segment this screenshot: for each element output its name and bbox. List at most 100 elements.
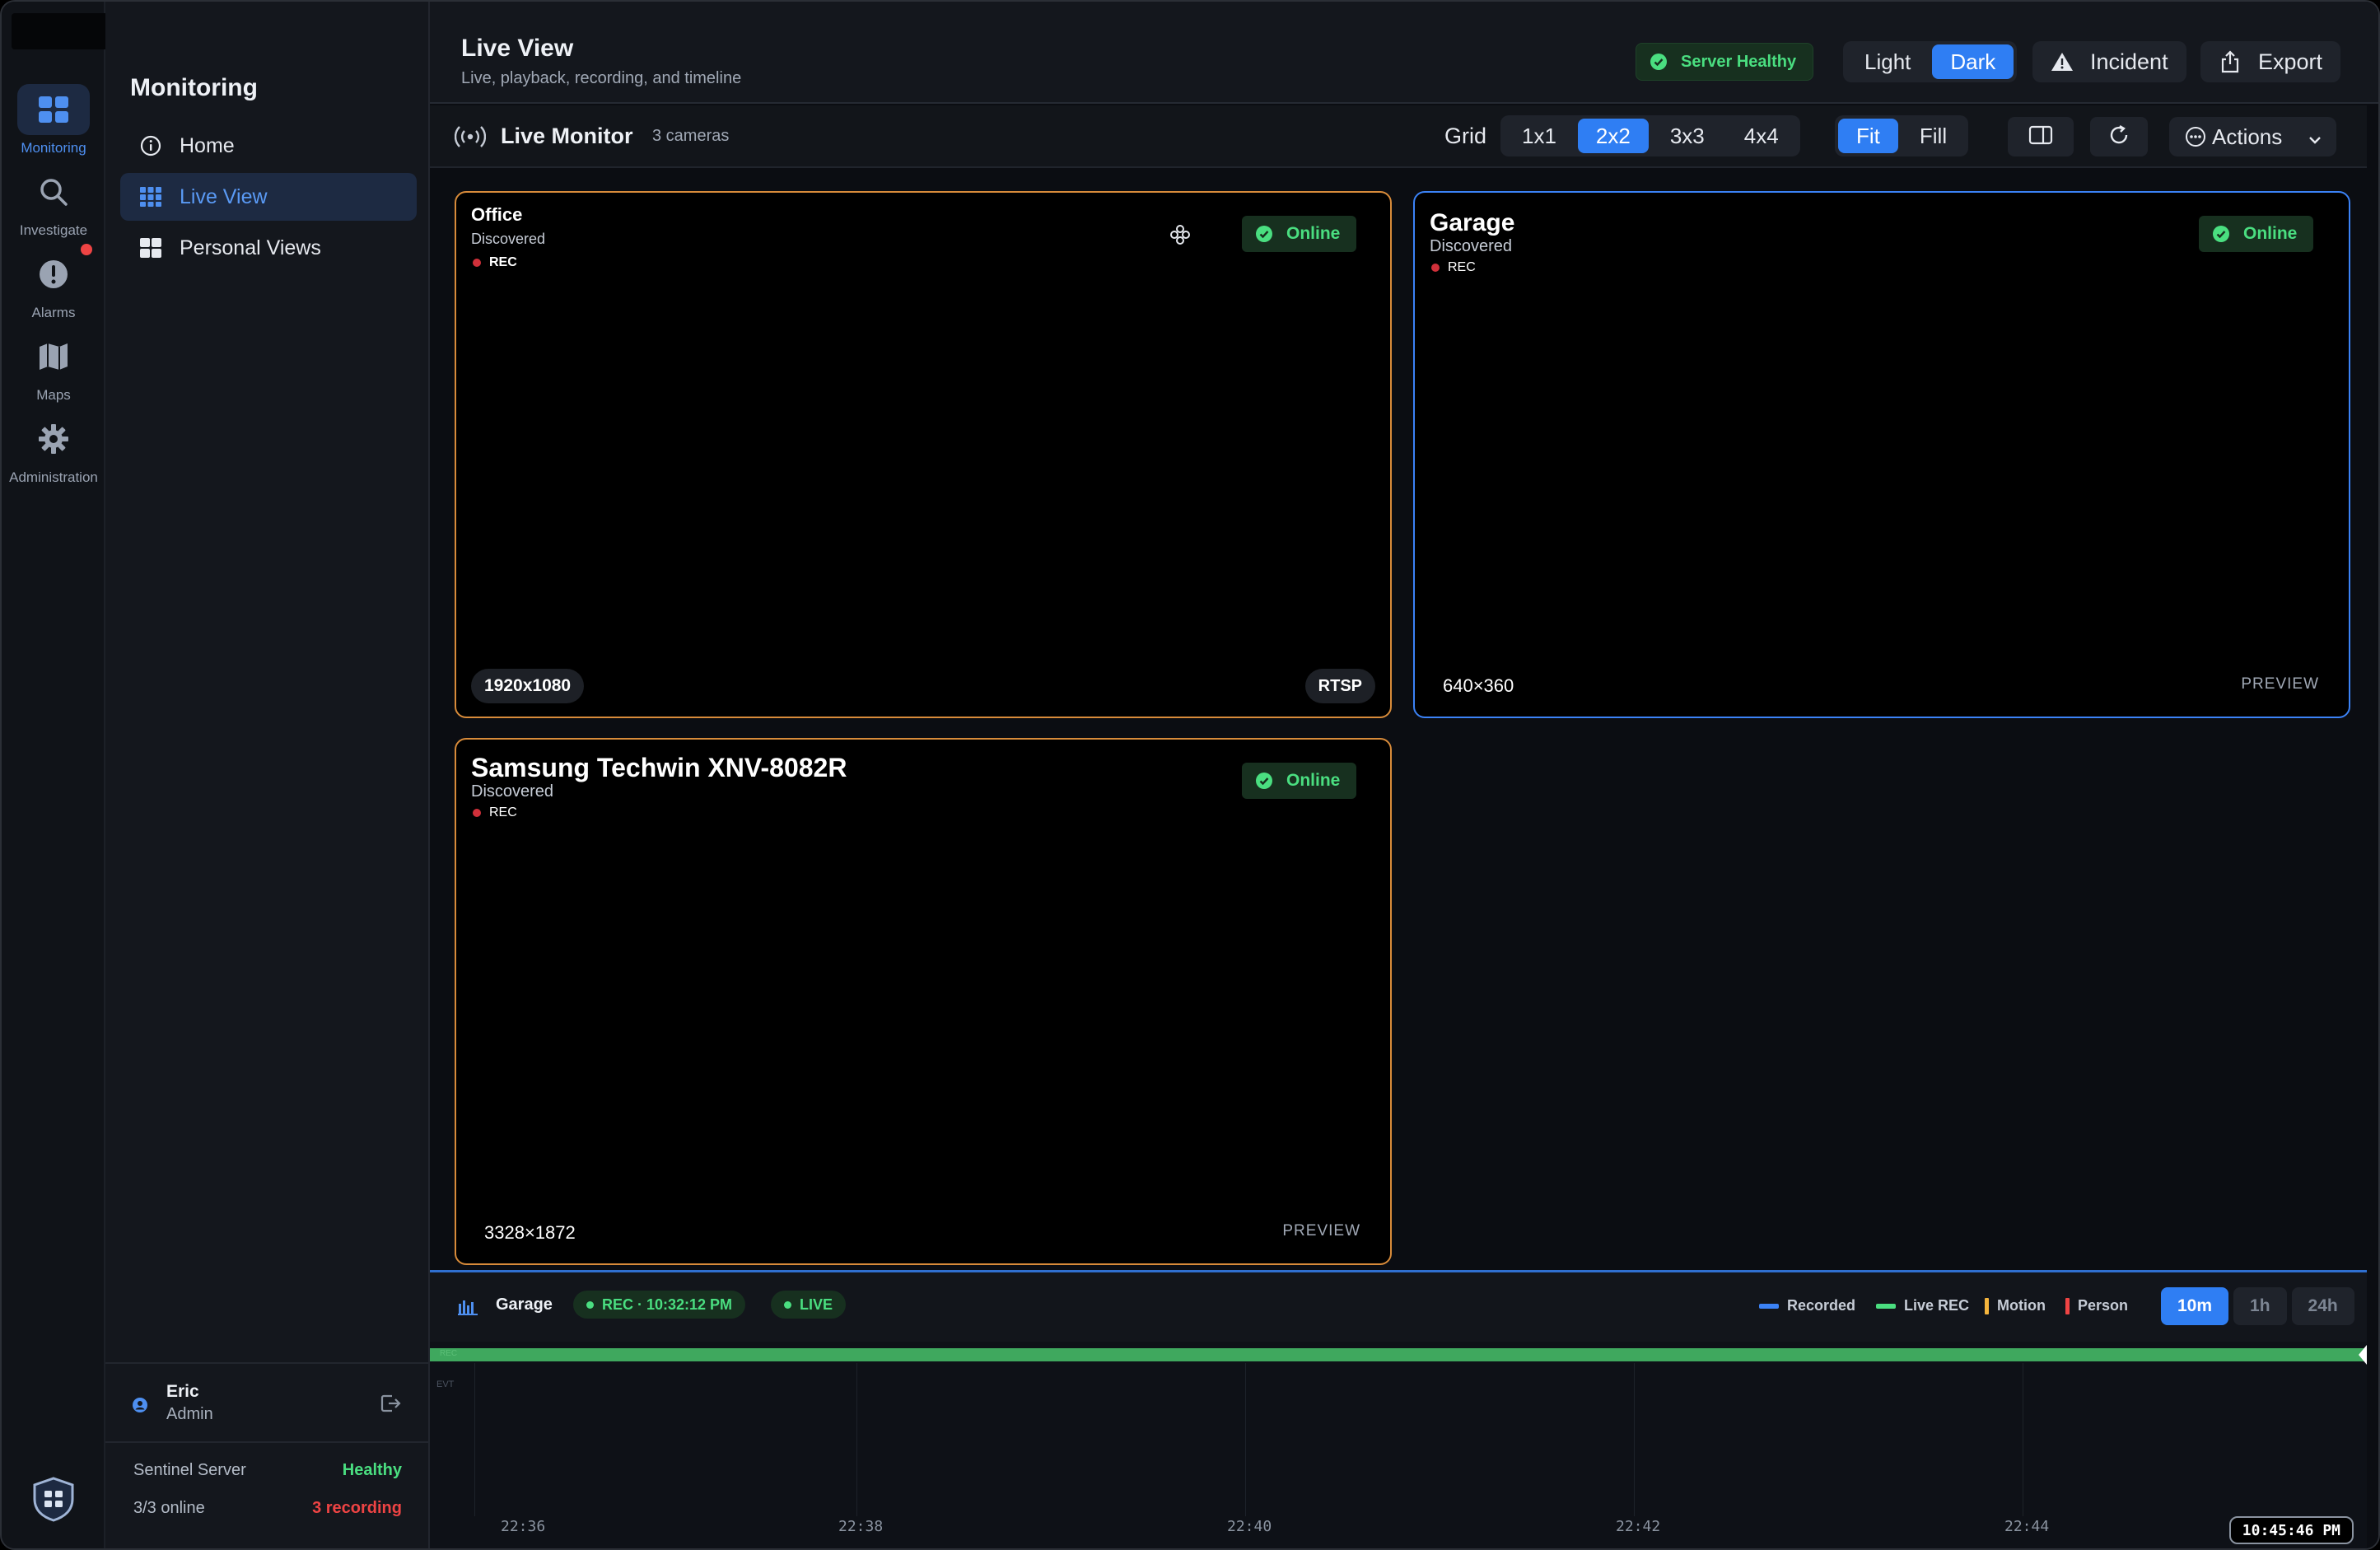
rail-item-investigate[interactable]: Investigate	[2, 166, 105, 239]
grid-option-4x4[interactable]: 4x4	[1726, 119, 1797, 153]
cameras-recording: 3 recording	[312, 1499, 402, 1517]
sidebar-item-live-view[interactable]: Live View	[120, 173, 417, 221]
rec-label: REC	[489, 255, 517, 269]
rec-label: REC	[489, 805, 517, 819]
range-1h[interactable]: 1h	[2233, 1287, 2287, 1325]
check-circle-icon	[1650, 53, 1668, 71]
user-name: Eric	[166, 1382, 199, 1401]
sidebar-item-label: Home	[180, 133, 235, 157]
rail-item-monitoring[interactable]: Monitoring	[2, 84, 105, 156]
sidebar-item-label: Live View	[180, 184, 268, 208]
camera-count: 3 cameras	[652, 127, 730, 145]
grid-label: Grid	[1444, 124, 1487, 148]
app-window: Monitoring Investigate Alarms Maps Admin…	[0, 0, 2380, 1550]
resolution-label: 640×360	[1443, 675, 1514, 696]
rec-dot	[1431, 264, 1440, 272]
actions-dropdown[interactable]: Actions	[2169, 117, 2337, 156]
bar-chart-icon	[458, 1297, 478, 1315]
gear-icon	[17, 413, 90, 465]
logout-icon[interactable]	[379, 1392, 402, 1415]
camera-source: Discovered	[1430, 237, 1513, 255]
page-title: Live View	[461, 35, 574, 62]
export-label: Export	[2258, 49, 2323, 74]
move-icon[interactable]	[1168, 222, 1192, 247]
check-circle-icon	[2212, 225, 2230, 243]
chevron-down-icon	[2308, 124, 2322, 150]
search-icon	[17, 166, 90, 217]
refresh-icon	[2108, 124, 2130, 150]
live-label: LIVE	[800, 1296, 833, 1313]
rail-label: Monitoring	[21, 140, 86, 156]
theme-dark-option[interactable]: Dark	[1932, 44, 2014, 79]
range-10m[interactable]: 10m	[2161, 1287, 2229, 1325]
rec-time-badge: REC · 10:32:12 PM	[573, 1291, 746, 1319]
status-badge: Online	[1242, 763, 1357, 799]
rail-label: Administration	[9, 469, 98, 485]
recording-track[interactable]	[430, 1348, 2367, 1361]
theme-toggle: Light Dark	[1843, 41, 2018, 82]
incident-label: Incident	[2090, 49, 2168, 74]
status-label: Online	[2243, 224, 2298, 243]
fill-option[interactable]: Fill	[1902, 119, 1965, 153]
rec-label: REC	[1448, 260, 1476, 274]
legend-person: Person	[2065, 1297, 2128, 1314]
timeline-gridline	[1634, 1363, 1635, 1516]
info-icon	[138, 133, 163, 158]
timeline-tick: 22:40	[1227, 1518, 1272, 1535]
toolbar-title: Live Monitor	[501, 124, 633, 148]
live-dot	[784, 1300, 791, 1309]
check-circle-icon	[1255, 225, 1273, 243]
warning-icon	[2051, 50, 2074, 73]
grid-icon	[138, 184, 163, 209]
camera-tile[interactable]: Office Discovered REC Online 1920x1080 R…	[455, 191, 1392, 718]
map-icon	[17, 331, 90, 382]
refresh-button[interactable]	[2090, 117, 2148, 156]
camera-tile[interactable]: Garage Discovered REC Online 640×360 PRE…	[1413, 191, 2350, 718]
sidebar-toggle-button[interactable]	[2008, 117, 2074, 156]
status-badge: Online	[2199, 216, 2314, 252]
timeline-header: Garage REC · 10:32:12 PM LIVE Recorded L…	[430, 1272, 2367, 1342]
grid-layout-selector: 1x1 2x2 3x3 4x4	[1500, 115, 1800, 156]
server-health-badge: Server Healthy	[1636, 43, 1814, 81]
rec-time-label: REC · 10:32:12 PM	[602, 1296, 733, 1313]
timeline-tick: 22:42	[1616, 1518, 1661, 1535]
cameras-online: 3/3 online	[133, 1499, 205, 1517]
theme-light-option[interactable]: Light	[1846, 44, 1929, 79]
timeline-tick: 22:44	[2004, 1518, 2050, 1535]
timeline-gridline	[1245, 1363, 1246, 1516]
incident-button[interactable]: Incident	[2032, 41, 2186, 82]
camera-name: Garage	[1430, 209, 1515, 236]
event-track-label: EVT	[436, 1380, 455, 1389]
user-panel: Eric Admin	[105, 1362, 428, 1441]
sidebar-item-home[interactable]: Home	[120, 122, 417, 170]
fit-option[interactable]: Fit	[1838, 119, 1898, 153]
server-status-panel: Sentinel Server Healthy 3/3 online 3 rec…	[105, 1441, 428, 1548]
grid-icon	[138, 236, 163, 260]
live-monitor-toolbar: Live Monitor 3 cameras Grid 1x1 2x2 3x3 …	[430, 105, 2367, 168]
timeline-gridline	[474, 1363, 475, 1516]
grid-option-3x3[interactable]: 3x3	[1652, 119, 1723, 153]
broadcast-icon	[454, 125, 487, 148]
current-time-clock: 10:45:46 PM	[2228, 1516, 2354, 1544]
page-subtitle: Live, playback, recording, and timeline	[461, 69, 742, 87]
range-24h[interactable]: 24h	[2291, 1287, 2354, 1325]
status-label: Online	[1286, 224, 1341, 243]
page-header: Live View Live, playback, recording, and…	[430, 2, 2378, 104]
grid-option-1x1[interactable]: 1x1	[1504, 119, 1575, 153]
export-button[interactable]: Export	[2200, 41, 2341, 82]
fit-fill-selector: Fit Fill	[1835, 115, 1969, 156]
sidebar-title: Monitoring	[130, 74, 258, 101]
more-icon	[2184, 125, 2207, 148]
legend-label: Live REC	[1904, 1297, 1970, 1314]
rail-item-alarms[interactable]: Alarms	[2, 249, 105, 321]
rail-label: Alarms	[31, 305, 76, 320]
rail-item-administration[interactable]: Administration	[2, 413, 105, 486]
recording-track-label: REC	[440, 1349, 458, 1358]
rail-item-maps[interactable]: Maps	[2, 331, 105, 404]
camera-tile[interactable]: Samsung Techwin XNV-8082R Discovered REC…	[455, 738, 1392, 1265]
resolution-label: 3328×1872	[484, 1222, 576, 1243]
rec-indicator: REC	[1431, 260, 1476, 275]
grid-option-2x2[interactable]: 2x2	[1577, 119, 1649, 153]
app-logo-icon[interactable]	[31, 1476, 76, 1522]
sidebar-item-personal-views[interactable]: Personal Views	[120, 224, 417, 272]
